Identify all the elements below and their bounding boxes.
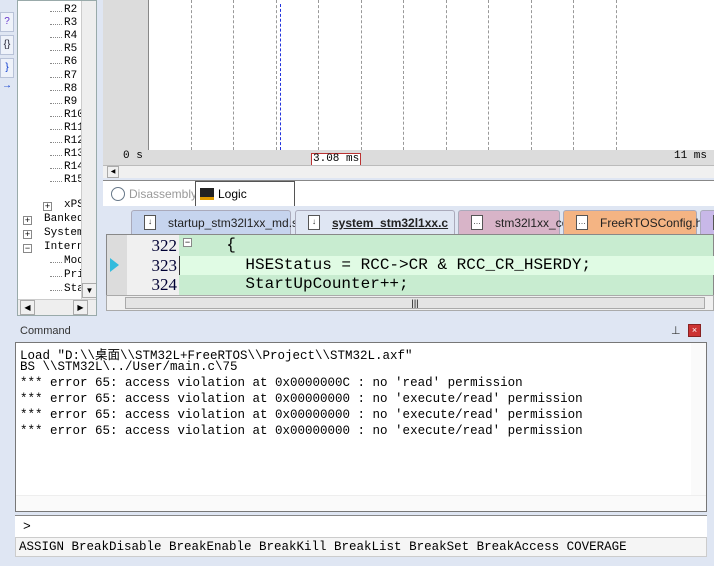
panel-title: Command (20, 325, 71, 337)
tree-group-system[interactable]: System (44, 227, 84, 239)
editor-tab[interactable]: ↓ system_stm32l1xx.c (295, 210, 455, 234)
registers-tree: R2 R3 R4 R5 R6 R7 R8 R9 R10 R11 R12 R13 R14 R15 + xPSR +… (17, 0, 97, 316)
tab-disassembly[interactable]: Disassembly (107, 183, 198, 205)
file-icon: ↓ (308, 215, 320, 230)
code-line[interactable]: 324 StartUpCounter++; (107, 275, 714, 294)
close-icon[interactable]: × (688, 324, 701, 337)
code-text: { (207, 236, 236, 254)
debug-toolbar: ? {} }→ (0, 0, 15, 318)
command-panel-header: Command ⊥ × (15, 321, 714, 341)
tab-label: Disassembly (129, 187, 198, 201)
expand-icon[interactable]: + (23, 216, 32, 225)
signal-plot[interactable] (148, 0, 714, 150)
help-icon[interactable]: ? (0, 12, 14, 32)
tab-label: FreeRTOSConfig.h (600, 216, 703, 230)
grid-line (488, 0, 489, 150)
braces-icon[interactable]: {} (0, 35, 14, 55)
code-editor[interactable]: 322 {323 HSEStatus = RCC->CR & RCC_CR_HS… (106, 234, 714, 296)
tab-label: system_stm32l1xx.c (332, 216, 449, 230)
scroll-right-button[interactable]: ▶ (73, 300, 88, 315)
command-input[interactable]: > (15, 515, 707, 537)
expand-icon[interactable]: + (23, 230, 32, 239)
output-vertical-scrollbar[interactable] (691, 343, 706, 498)
code-text: StartUpCounter++; (207, 275, 409, 293)
file-icon: ↓ (144, 215, 156, 230)
step-out-icon[interactable]: }→ (0, 58, 14, 91)
editor-tab[interactable]: … stm32l1xx_conf.h (458, 210, 588, 234)
file-icon: … (576, 215, 588, 230)
view-tabs: Disassembly Logic Analyzer (103, 180, 714, 226)
line-number: 322 (151, 236, 178, 255)
scroll-left-button[interactable]: ◀ (20, 300, 35, 315)
code-line[interactable]: 323 HSEStatus = RCC->CR & RCC_CR_HSERDY; (107, 255, 714, 275)
file-icon: … (471, 215, 483, 230)
register-r4[interactable]: R4 (64, 30, 77, 42)
disassembly-icon (111, 187, 125, 201)
line-number: 324 (151, 275, 178, 294)
time-cursor[interactable] (279, 4, 281, 150)
output-line: *** error 65: access violation at 0x0000… (20, 424, 583, 438)
code-text: HSEStatus = RCC->CR & RCC_CR_HSERDY; (207, 255, 592, 274)
scrollbar-thumb[interactable]: ||| (125, 297, 705, 309)
grid-line (275, 0, 277, 150)
analyzer-horizontal-scrollbar[interactable]: ◀ (103, 165, 714, 178)
logic-analyzer-icon (200, 188, 214, 200)
pin-icon[interactable]: ⊥ (671, 321, 681, 341)
scroll-left-button[interactable]: ◀ (107, 166, 119, 178)
grid-line (318, 0, 319, 150)
output-line: BS \\STM32L\../User/main.c\75 (20, 360, 238, 374)
grid-line (360, 0, 362, 150)
command-hint-bar: ASSIGN BreakDisable BreakEnable BreakKil… (15, 537, 707, 557)
editor-tab[interactable]: ↓ startup_stm32l1xx_md.s (131, 210, 298, 234)
time-end-label: 11 ms (674, 150, 708, 162)
register-r8[interactable]: R8 (64, 83, 77, 95)
command-prompt: > (23, 519, 31, 534)
scroll-down-button[interactable]: ▼ (82, 283, 96, 298)
expand-icon[interactable]: + (43, 202, 52, 211)
register-r3[interactable]: R3 (64, 17, 77, 29)
editor-tab[interactable]: … FreeRTOSConfig.h (563, 210, 702, 234)
grid-line (530, 0, 532, 150)
grid-line (403, 0, 404, 150)
output-line: *** error 65: access violation at 0x0000… (20, 392, 583, 406)
output-horizontal-scrollbar[interactable] (16, 495, 706, 511)
current-line-arrow-icon (110, 257, 119, 272)
grid-line (233, 0, 234, 150)
tree-group-banked[interactable]: Banked (44, 213, 84, 225)
logic-analyzer: 0 s 3.08 ms 11 ms ◀ (103, 0, 714, 178)
editor-horizontal-scrollbar[interactable]: ||| (106, 295, 714, 311)
time-start-label: 0 s (123, 150, 143, 162)
collapse-icon[interactable]: − (23, 244, 32, 253)
output-line: *** error 65: access violation at 0x0000… (20, 376, 523, 390)
tree-vertical-scrollbar[interactable]: ▼ (81, 1, 96, 299)
editor-tab[interactable]: … (700, 210, 714, 234)
register-r7[interactable]: R7 (64, 70, 77, 82)
grid-line (190, 0, 192, 150)
tree-horizontal-scrollbar[interactable]: ◀ ▶ (18, 299, 96, 315)
command-output[interactable]: Load "D:\\桌面\\STM32L+FreeRTOS\\Project\\… (15, 342, 707, 512)
grid-line (615, 0, 617, 150)
register-r6[interactable]: R6 (64, 56, 77, 68)
code-line[interactable]: 322 { (107, 236, 714, 255)
grid-line (445, 0, 447, 150)
grid-line (573, 0, 574, 150)
editor-tabs: ↓ startup_stm32l1xx_md.s ↓ system_stm32l1xx… (103, 207, 714, 234)
output-line: *** error 65: access violation at 0x0000… (20, 408, 583, 422)
tab-logic-analyzer[interactable]: Logic Analyzer (195, 181, 295, 226)
register-r5[interactable]: R5 (64, 43, 77, 55)
register-r2[interactable]: R2 (64, 4, 77, 16)
register-r9[interactable]: R9 (64, 96, 77, 108)
line-number: 323 (151, 255, 178, 275)
tab-label: startup_stm32l1xx_md.s (168, 216, 299, 230)
fold-collapse-icon[interactable]: − (183, 238, 192, 247)
